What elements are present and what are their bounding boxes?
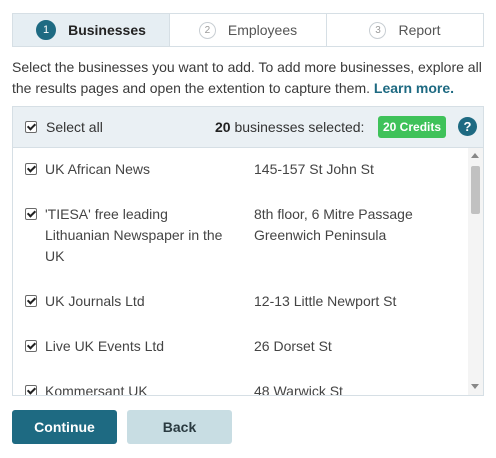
business-list: UK African News 145-157 St John St 'TIES… <box>13 148 468 395</box>
back-button[interactable]: Back <box>127 410 232 444</box>
step-number-badge: 2 <box>198 21 216 39</box>
business-selection-panel: Select all 20 businesses selected: 20 Cr… <box>12 106 484 396</box>
row-checkbox[interactable] <box>25 295 37 307</box>
continue-button[interactable]: Continue <box>12 410 117 444</box>
instructions-text: Select the businesses you want to add. T… <box>12 57 484 99</box>
step-number-badge: 1 <box>36 20 57 40</box>
steps-bar: 1 Businesses 2 Employees 3 Report <box>12 13 484 47</box>
list-scrollbar[interactable] <box>468 148 483 395</box>
select-all-label: Select all <box>46 119 103 135</box>
business-address: 12-13 Little Newport St <box>254 293 397 309</box>
select-all-checkbox[interactable] <box>25 121 37 133</box>
step-number-badge: 3 <box>369 21 387 39</box>
business-address: 8th floor, 6 Mitre Passage Greenwich Pen… <box>254 206 413 243</box>
step-businesses[interactable]: 1 Businesses <box>13 14 170 46</box>
business-address: 145-157 St John St <box>254 161 374 177</box>
scroll-up-arrow-icon[interactable] <box>471 153 479 158</box>
row-checkbox[interactable] <box>25 208 37 220</box>
selected-count-text: 20 businesses selected: <box>215 119 364 135</box>
business-name: Kommersant UK <box>45 383 148 395</box>
business-name: UK African News <box>45 161 151 177</box>
panel-header: Select all 20 businesses selected: 20 Cr… <box>13 107 483 148</box>
row-checkbox[interactable] <box>25 163 37 175</box>
credits-badge: 20 Credits <box>378 116 447 138</box>
step-label: Report <box>398 22 441 38</box>
business-address: 48 Warwick St <box>254 383 343 395</box>
help-icon[interactable]: ? <box>458 117 477 136</box>
selected-text: businesses selected: <box>230 119 365 135</box>
business-name: Live UK Events Ltd <box>45 338 165 354</box>
select-all-control[interactable]: Select all <box>25 119 103 135</box>
step-label: Businesses <box>68 22 146 38</box>
step-report[interactable]: 3 Report <box>327 14 483 46</box>
scroll-down-arrow-icon[interactable] <box>471 384 479 389</box>
scroll-thumb[interactable] <box>471 166 480 214</box>
business-address: 26 Dorset St <box>254 338 332 354</box>
learn-more-link[interactable]: Learn more. <box>374 80 454 96</box>
business-name: UK Journals Ltd <box>45 293 145 309</box>
selected-count: 20 <box>215 119 231 135</box>
step-label: Employees <box>227 22 298 38</box>
step-employees[interactable]: 2 Employees <box>170 14 327 46</box>
row-checkbox[interactable] <box>25 385 37 395</box>
row-checkbox[interactable] <box>25 340 37 352</box>
business-name: 'TIESA' free leading Lithuanian Newspape… <box>45 206 223 264</box>
